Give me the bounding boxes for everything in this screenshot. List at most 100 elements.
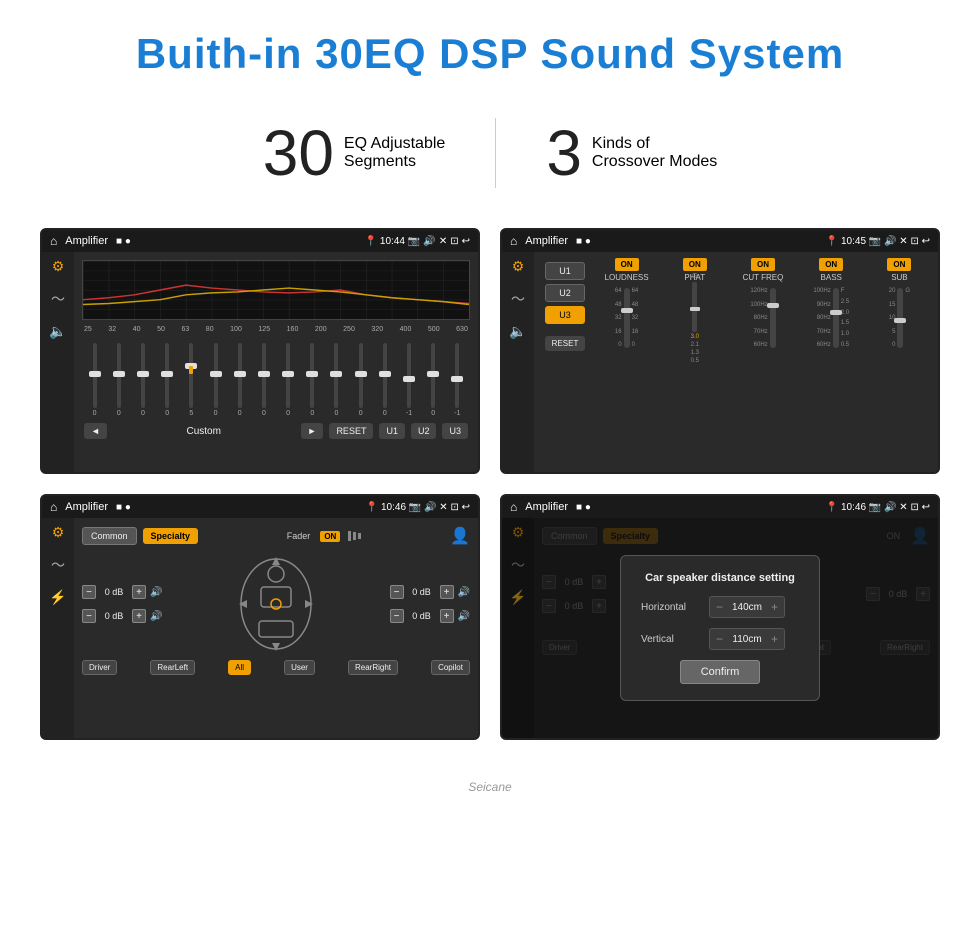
slider-col[interactable]: 0 (132, 343, 153, 417)
confirm-button[interactable]: Confirm (680, 660, 761, 684)
bass-slider[interactable] (833, 288, 839, 348)
screen4-statusbar: ⌂ Amplifier ■ ● 📍 10:46 📷 🔊 ✕ ⊡ ↩ (502, 496, 938, 518)
slider-col[interactable]: 0 (157, 343, 178, 417)
common-tab-btn[interactable]: Common (82, 527, 137, 545)
bass-on-btn[interactable]: ON (819, 258, 843, 271)
vol-plus-rl[interactable]: + (132, 609, 146, 623)
slider-col[interactable]: 0 (374, 343, 395, 417)
all-btn[interactable]: All (228, 660, 251, 675)
slider-col[interactable]: 0 (326, 343, 347, 417)
eq-icon[interactable]: ⚙ (52, 258, 65, 275)
wave-icon-2[interactable]: 〜 (511, 289, 525, 309)
u3-btn[interactable]: U3 (442, 423, 468, 439)
home-icon-2[interactable]: ⌂ (510, 234, 517, 248)
speaker-icon-2[interactable]: 🔈 (509, 323, 526, 340)
slider-col[interactable]: 0 (423, 343, 444, 417)
slider-col[interactable]: 0 (205, 343, 226, 417)
rearright-btn[interactable]: RearRight (348, 660, 398, 675)
vol-control-rl: − 0 dB + 🔊 (82, 609, 162, 623)
slider-col[interactable]: 0 (229, 343, 250, 417)
window-icon-4[interactable]: ⊡ (910, 502, 918, 513)
cutfreq-slider[interactable] (770, 288, 776, 348)
back-icon-2[interactable]: ↩ (922, 236, 930, 247)
home-icon-3[interactable]: ⌂ (50, 500, 57, 514)
volume-icon-2: 🔊 (884, 236, 896, 247)
home-icon-4[interactable]: ⌂ (510, 500, 517, 514)
screen1-statusbar: ⌂ Amplifier ■ ● 📍 10:44 📷 🔊 ✕ ⊡ ↩ (42, 230, 478, 252)
slider-col[interactable]: -1 (398, 343, 419, 417)
vol-minus-rr[interactable]: − (390, 609, 404, 623)
volume-icon-3: 🔊 (424, 502, 436, 513)
cutfreq-on-btn[interactable]: ON (751, 258, 775, 271)
rearleft-btn[interactable]: RearLeft (150, 660, 195, 675)
prev-btn[interactable]: ◄ (84, 423, 107, 439)
sub-on-btn[interactable]: ON (887, 258, 911, 271)
driver-btn[interactable]: Driver (82, 660, 117, 675)
back-icon-3[interactable]: ↩ (462, 502, 470, 513)
u2-btn[interactable]: U2 (411, 423, 437, 439)
slider-col[interactable]: 0 (278, 343, 299, 417)
window-icon-3[interactable]: ⊡ (450, 502, 458, 513)
location-icon-2: 📍 (826, 236, 838, 247)
screenshots-grid: ⌂ Amplifier ■ ● 📍 10:44 📷 🔊 ✕ ⊡ ↩ ⚙ 〜 🔈 (0, 218, 980, 770)
reset-btn[interactable]: RESET (329, 423, 373, 439)
close-icon-3[interactable]: ✕ (439, 502, 447, 513)
vol-plus-fl[interactable]: + (132, 585, 146, 599)
speaker-icon[interactable]: 🔈 (49, 323, 66, 340)
slider-col[interactable]: 0 (84, 343, 105, 417)
u1-btn[interactable]: U1 (379, 423, 405, 439)
slider-col[interactable]: 0 (350, 343, 371, 417)
vol-minus-fl[interactable]: − (82, 585, 96, 599)
u3-crossover-btn[interactable]: U3 (545, 306, 585, 324)
location-icon: 📍 (364, 236, 376, 247)
screen3-icons: ■ ● (116, 502, 131, 513)
close-icon-2[interactable]: ✕ (899, 236, 907, 247)
cutfreq-label: CUT FREQ (743, 273, 784, 282)
loudness-slider[interactable] (624, 288, 630, 348)
eq-icon-2[interactable]: ⚙ (512, 258, 525, 275)
horizontal-plus-btn[interactable]: + (771, 600, 778, 614)
slider-col[interactable]: 0 (253, 343, 274, 417)
eq-icon-3[interactable]: ⚙ (52, 524, 65, 541)
bluetooth-icon[interactable]: ⚡ (49, 589, 66, 606)
slider-col[interactable]: -1 (447, 343, 468, 417)
screen4-time-area: 📍 10:46 📷 🔊 ✕ ⊡ ↩ (826, 502, 930, 513)
u2-crossover-btn[interactable]: U2 (545, 284, 585, 302)
home-icon[interactable]: ⌂ (50, 234, 57, 248)
close-icon[interactable]: ✕ (439, 236, 447, 247)
wave-icon-3[interactable]: 〜 (51, 555, 65, 575)
horizontal-row: Horizontal − 140cm + (641, 596, 799, 618)
vol-val-rr: 0 dB (408, 611, 436, 621)
vol-minus-fr[interactable]: − (390, 585, 404, 599)
wave-icon[interactable]: 〜 (51, 289, 65, 309)
copilot-btn[interactable]: Copilot (431, 660, 470, 675)
slider-col[interactable]: 5 (181, 343, 202, 417)
vol-minus-rl[interactable]: − (82, 609, 96, 623)
cutfreq-slider-area: 120Hz100Hz80Hz70Hz60Hz (750, 288, 775, 348)
back-icon[interactable]: ↩ (462, 236, 470, 247)
profile-icon[interactable]: 👤 (450, 526, 470, 546)
vol-plus-fr[interactable]: + (440, 585, 454, 599)
phat-on-btn[interactable]: ON (683, 258, 707, 271)
close-icon-4[interactable]: ✕ (899, 502, 907, 513)
crossover-channels: ON LOUDNESS 644832160 644832160 (594, 258, 932, 466)
window-icon[interactable]: ⊡ (450, 236, 458, 247)
u1-crossover-btn[interactable]: U1 (545, 262, 585, 280)
back-icon-4[interactable]: ↩ (922, 502, 930, 513)
vol-plus-rr[interactable]: + (440, 609, 454, 623)
user-btn[interactable]: User (284, 660, 315, 675)
slider-col[interactable]: 0 (108, 343, 129, 417)
horizontal-minus-btn[interactable]: − (716, 600, 723, 614)
vertical-minus-btn[interactable]: − (716, 632, 723, 646)
loudness-on-btn[interactable]: ON (615, 258, 639, 271)
window-icon-2[interactable]: ⊡ (910, 236, 918, 247)
specialty-tab-btn[interactable]: Specialty (143, 528, 199, 544)
dsp-content: Common Specialty Fader ON 👤 (74, 518, 478, 738)
play-btn[interactable]: ► (301, 423, 324, 439)
eq-graph (82, 260, 470, 320)
slider-col[interactable]: 0 (302, 343, 323, 417)
vertical-plus-btn[interactable]: + (771, 632, 778, 646)
vertical-input: − 110cm + (709, 628, 785, 650)
reset-crossover-btn[interactable]: RESET (545, 336, 586, 351)
sub-slider[interactable] (897, 288, 903, 348)
